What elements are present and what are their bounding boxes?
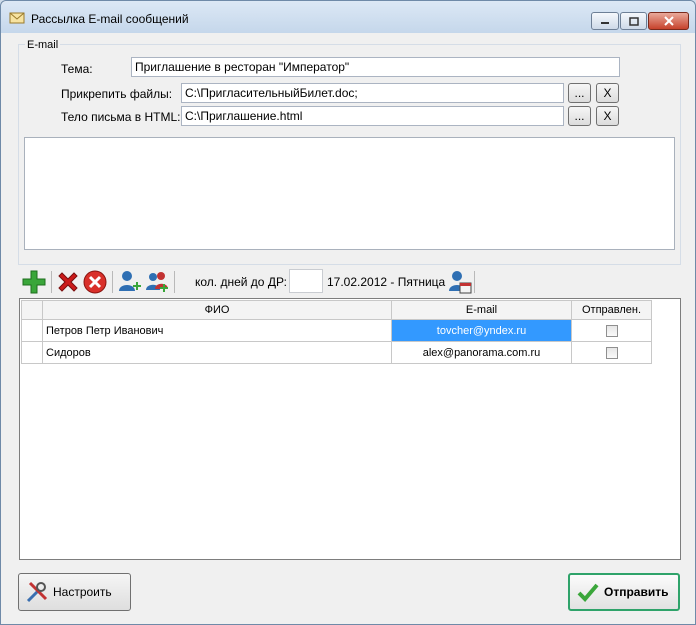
body-field[interactable]: C:\Приглашение.html [181, 106, 564, 126]
add-icon[interactable] [21, 269, 47, 295]
setup-button-label: Настроить [53, 585, 112, 599]
delete-icon[interactable] [55, 269, 81, 295]
table-row[interactable]: Петров Петр Иванович tovcher@yndex.ru [21, 319, 652, 342]
sent-checkbox[interactable] [605, 346, 618, 359]
row-indicator[interactable] [21, 319, 43, 342]
attach-browse-button[interactable]: ... [568, 83, 591, 103]
main-window: Рассылка E-mail сообщений E-mail Тема: П… [0, 0, 696, 625]
cell-email[interactable]: tovcher@yndex.ru [391, 319, 572, 342]
attach-field[interactable]: C:\ПригласительныйБилет.doc; [181, 83, 564, 103]
column-header-email[interactable]: E-mail [391, 300, 572, 320]
title-bar[interactable]: Рассылка E-mail сообщений [1, 1, 695, 33]
maximize-icon [628, 16, 639, 26]
cell-name[interactable]: Сидоров [42, 341, 392, 364]
window-title: Рассылка E-mail сообщений [31, 12, 189, 26]
close-button[interactable] [648, 12, 689, 30]
body-clear-button[interactable]: X [596, 106, 619, 126]
close-icon [663, 16, 674, 26]
cell-sent[interactable] [571, 341, 652, 364]
attach-label: Прикрепить файлы: [61, 87, 173, 101]
minimize-icon [601, 22, 609, 24]
column-header-sent[interactable]: Отправлен. [571, 300, 652, 320]
toolbar-separator [174, 271, 175, 293]
toolbar-separator [51, 271, 52, 293]
calendar-contact-icon[interactable] [446, 269, 472, 295]
body-browse-button[interactable]: ... [568, 106, 591, 126]
toolbar: кол. дней до ДР: 17.02.2012 - Пятница [19, 267, 679, 297]
cell-sent[interactable] [571, 319, 652, 342]
row-indicator-header [21, 300, 43, 320]
date-text: 17.02.2012 - Пятница [327, 275, 446, 289]
recipients-table: ФИО E-mail Отправлен. Петров Петр Иванов… [21, 300, 652, 364]
maximize-button[interactable] [620, 12, 647, 30]
toolbar-separator [474, 271, 475, 293]
body-preview-area[interactable] [24, 137, 675, 250]
cell-email[interactable]: alex@panorama.com.ru [391, 341, 572, 364]
tools-icon [26, 581, 48, 603]
row-indicator[interactable] [21, 341, 43, 364]
days-input[interactable] [289, 269, 323, 293]
add-contact-icon[interactable] [116, 269, 142, 295]
sent-checkbox[interactable] [605, 324, 618, 337]
email-group-legend: E-mail [25, 39, 61, 51]
send-button-label: Отправить [604, 585, 669, 599]
grid-header-row: ФИО E-mail Отправлен. [21, 300, 652, 320]
send-button[interactable]: Отправить [568, 573, 680, 611]
table-row[interactable]: Сидоров alex@panorama.com.ru [21, 341, 652, 364]
column-header-name[interactable]: ФИО [42, 300, 392, 320]
checkmark-icon [577, 583, 599, 602]
toolbar-separator [112, 271, 113, 293]
cancel-icon[interactable] [82, 269, 108, 295]
add-group-icon[interactable] [144, 269, 170, 295]
days-label: кол. дней до ДР: [195, 275, 288, 289]
body-label: Тело письма в HTML: [61, 110, 181, 124]
subject-label: Тема: [61, 62, 93, 76]
subject-field[interactable]: Приглашение в ресторан "Император" [131, 57, 620, 77]
minimize-button[interactable] [591, 12, 619, 30]
cell-name[interactable]: Петров Петр Иванович [42, 319, 392, 342]
envelope-icon [9, 12, 25, 24]
setup-button[interactable]: Настроить [18, 573, 131, 611]
attach-clear-button[interactable]: X [596, 83, 619, 103]
recipients-grid[interactable]: ФИО E-mail Отправлен. Петров Петр Иванов… [19, 298, 681, 560]
